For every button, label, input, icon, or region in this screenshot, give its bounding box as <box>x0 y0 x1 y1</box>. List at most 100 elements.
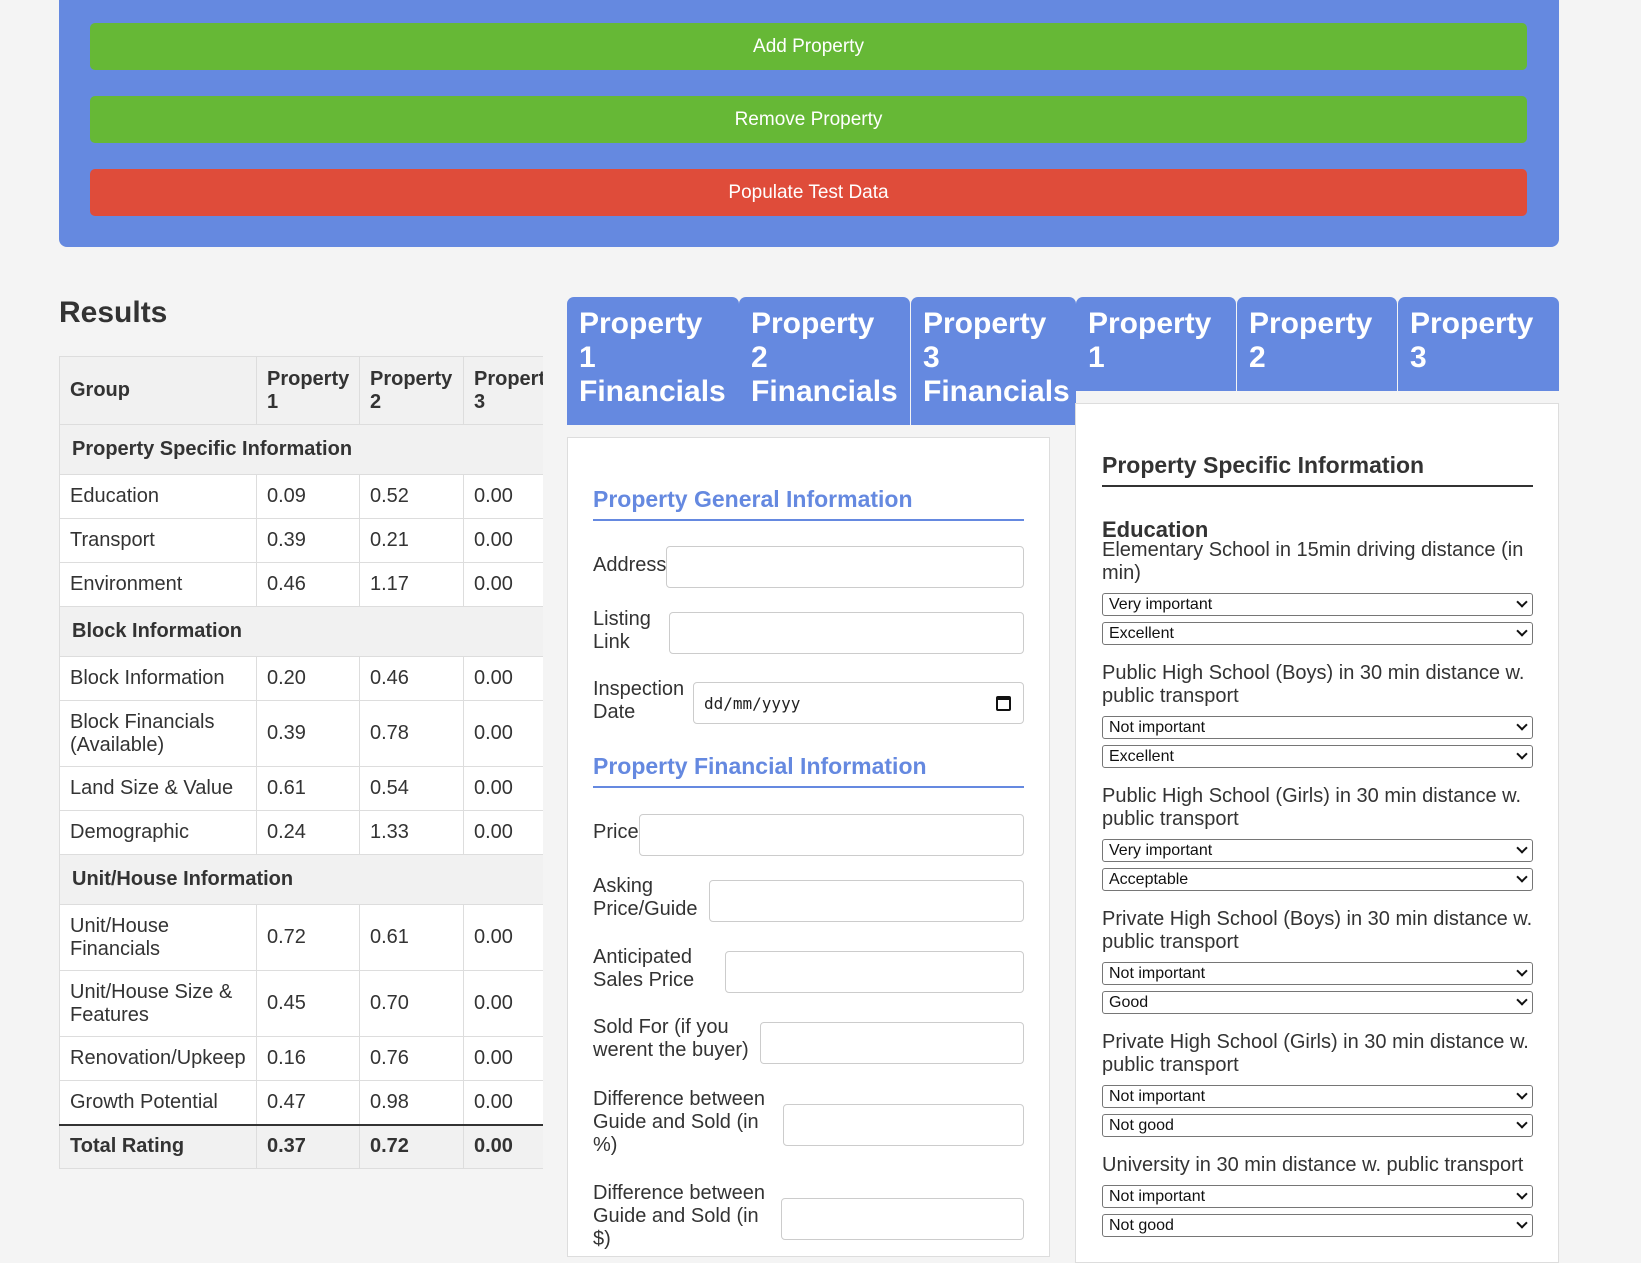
score-cell: 0.00 <box>463 700 543 767</box>
criterion-label: Private High School (Girls) in 30 min di… <box>1102 1031 1529 1076</box>
diff-dollar-input[interactable] <box>781 1198 1024 1240</box>
price-input[interactable] <box>639 814 1024 856</box>
score-cell: 0.72 <box>256 904 360 971</box>
score-cell: 0.00 <box>463 810 543 855</box>
table-row: Renovation/Upkeep 0.16 0.76 0.00 <box>59 1036 543 1081</box>
score-cell: 0.78 <box>359 700 464 767</box>
rating-select[interactable]: Good <box>1102 991 1533 1014</box>
tab-label-line: Property <box>1088 307 1212 340</box>
tab-label-line: Property <box>923 307 1047 340</box>
specific-info-heading: Property Specific Information <box>1102 452 1533 487</box>
address-input[interactable] <box>666 546 1024 588</box>
property-specific-panel: Property Specific Information Education … <box>1075 403 1559 1263</box>
tab-label-line: 2 <box>1249 341 1266 374</box>
date-placeholder: dd/mm/yyyy <box>704 693 801 713</box>
price-label: Price <box>593 821 639 843</box>
label-line: Difference between <box>593 1182 765 1204</box>
score-cell: 0.00 <box>463 904 543 971</box>
label-line: werent the buyer) <box>593 1039 749 1061</box>
section-title: Unit/House Information <box>59 854 543 905</box>
label-line: Anticipated <box>593 946 692 968</box>
label-line: Link <box>593 631 630 653</box>
rating-select[interactable]: Excellent <box>1102 745 1533 768</box>
select-value: Not important <box>1109 1187 1206 1205</box>
remove-property-button[interactable]: Remove Property <box>90 96 1527 143</box>
select-value: Very important <box>1109 595 1213 613</box>
table-row: Block Financials (Available) 0.39 0.78 0.00 <box>59 700 543 767</box>
listing-link-input[interactable] <box>669 612 1024 654</box>
section-header-row: Property Specific Information <box>59 424 543 475</box>
score-cell: 0.70 <box>359 970 464 1037</box>
chevron-down-icon <box>1516 1217 1528 1229</box>
asking-price-input[interactable] <box>709 880 1024 922</box>
diff-percent-label: Difference between Guide and Sold (in %) <box>593 1088 765 1157</box>
label-line: Date <box>593 701 636 723</box>
sold-for-input[interactable] <box>760 1022 1024 1064</box>
rating-select[interactable]: Not good <box>1102 1114 1533 1137</box>
add-property-button[interactable]: Add Property <box>90 23 1527 70</box>
inspection-date-input[interactable]: dd/mm/yyyy <box>693 682 1024 724</box>
rating-select[interactable]: Excellent <box>1102 622 1533 645</box>
sold-for-label: Sold For (if you werent the buyer) <box>593 1016 749 1062</box>
score-cell: 1.33 <box>359 810 464 855</box>
diff-percent-input[interactable] <box>783 1104 1024 1146</box>
listing-link-label: Listing Link <box>593 608 651 654</box>
results-header-row: Group Property 1 Property 2 Propert 3 <box>59 356 543 425</box>
tab-property-2[interactable]: Property 2 <box>1237 297 1397 391</box>
importance-select[interactable]: Very important <box>1102 593 1533 616</box>
results-table: Group Property 1 Property 2 Propert 3 Pr… <box>59 356 543 1169</box>
table-row: Block Information 0.20 0.46 0.00 <box>59 656 543 701</box>
header-property-1: Property 1 <box>256 356 360 425</box>
score-cell: 0.16 <box>256 1036 360 1081</box>
select-value: Not good <box>1109 1116 1174 1134</box>
table-row: Demographic 0.24 1.33 0.00 <box>59 810 543 855</box>
criterion-label: Public High School (Boys) in 30 min dist… <box>1102 662 1525 707</box>
select-value: Acceptable <box>1109 870 1189 888</box>
header-property-3: Propert 3 <box>463 356 543 425</box>
score-cell: 0.21 <box>359 518 464 563</box>
action-panel: Add Property Remove Property Populate Te… <box>59 0 1559 247</box>
select-value: Not important <box>1109 1087 1206 1105</box>
rating-select[interactable]: Not good <box>1102 1214 1533 1237</box>
score-cell: 0.45 <box>256 970 360 1037</box>
importance-select[interactable]: Not important <box>1102 1085 1533 1108</box>
table-row: Unit/House Size & Features 0.45 0.70 0.00 <box>59 970 543 1037</box>
row-label: Environment <box>59 562 257 607</box>
table-row: Education 0.09 0.52 0.00 <box>59 474 543 519</box>
row-label: Renovation/Upkeep <box>59 1036 257 1081</box>
label-line: %) <box>593 1134 618 1156</box>
tab-property-1-financials[interactable]: Property 1 Financials <box>567 297 739 425</box>
calendar-icon[interactable] <box>996 696 1011 711</box>
total-score: 0.72 <box>359 1123 464 1169</box>
populate-test-data-button[interactable]: Populate Test Data <box>90 169 1527 216</box>
importance-select[interactable]: Not important <box>1102 716 1533 739</box>
criterion-label: Public High School (Girls) in 30 min dis… <box>1102 785 1522 830</box>
row-label: Unit/House Size & Features <box>59 970 257 1037</box>
tab-property-2-financials[interactable]: Property 2 Financials <box>739 297 910 425</box>
rating-select[interactable]: Acceptable <box>1102 868 1533 891</box>
tab-label-line: Financials <box>751 375 898 408</box>
score-cell: 0.61 <box>359 904 464 971</box>
label-line: Guide and Sold (in <box>593 1111 759 1133</box>
importance-select[interactable]: Very important <box>1102 839 1533 862</box>
tab-label-line: Property <box>579 307 703 340</box>
importance-select[interactable]: Not important <box>1102 1185 1533 1208</box>
section-title: Block Information <box>59 606 543 657</box>
tab-label-line: 1 <box>579 341 596 374</box>
tab-property-3-financials[interactable]: Property 3 Financials <box>911 297 1076 425</box>
general-info-heading: Property General Information <box>593 486 1024 521</box>
tab-property-3[interactable]: Property 3 <box>1398 297 1559 391</box>
row-label: Block Financials (Available) <box>59 700 257 767</box>
header-property-2: Property 2 <box>359 356 464 425</box>
score-cell: 0.00 <box>463 1036 543 1081</box>
row-label: Unit/House Financials <box>59 904 257 971</box>
anticipated-sales-input[interactable] <box>725 951 1024 993</box>
importance-select[interactable]: Not important <box>1102 962 1533 985</box>
label-line: Sales Price <box>593 969 695 991</box>
label-line: Difference between <box>593 1088 765 1110</box>
tab-property-1[interactable]: Property 1 <box>1076 297 1236 391</box>
tab-label-line: 1 <box>1088 341 1105 374</box>
row-label: Growth Potential <box>59 1080 257 1125</box>
chevron-down-icon <box>1516 748 1528 760</box>
chevron-down-icon <box>1516 994 1528 1006</box>
